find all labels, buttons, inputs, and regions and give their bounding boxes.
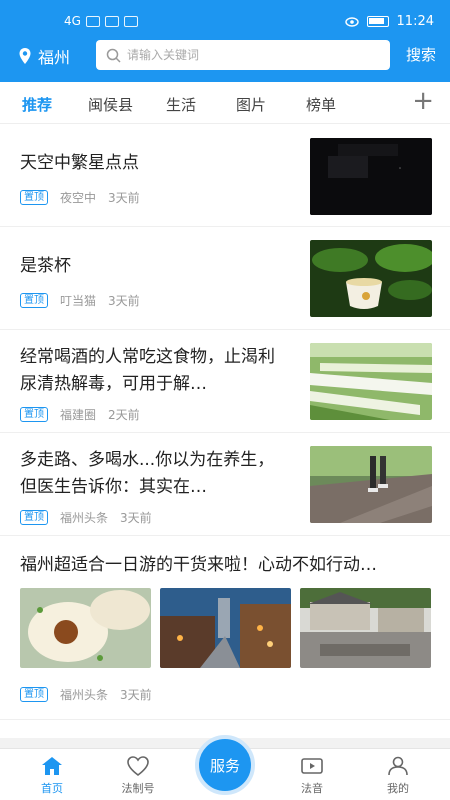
- article-time: 3天前: [108, 191, 140, 205]
- list-item[interactable]: 经常喝酒的人常吃这食物，止渴利尿清热解毒，可用于解… 置顶 福建圈 2天前: [0, 330, 450, 433]
- add-tab-icon[interactable]: +: [412, 88, 434, 114]
- article-source: 福州头条: [60, 511, 109, 525]
- nav-legal[interactable]: 法制号: [108, 755, 168, 796]
- service-button[interactable]: 服务: [195, 735, 255, 795]
- article-meta: 置顶 福州头条 3天前: [20, 509, 152, 526]
- location-label: 福州: [38, 48, 71, 67]
- news-feed: 天空中繁星点点 置顶 夜空中 3天前 是茶杯 置顶 叮当猫 3天前 经常喝酒的人…: [0, 124, 450, 720]
- tab-minhou[interactable]: 闽侯县: [88, 94, 133, 115]
- location-pin-icon: [19, 48, 31, 64]
- article-meta: 置顶 叮当猫 3天前: [20, 292, 140, 309]
- search-box[interactable]: [96, 40, 390, 70]
- pinned-badge: 置顶: [20, 190, 48, 205]
- status-icons-right: 11:24: [344, 14, 434, 29]
- tab-recommend[interactable]: 推荐: [22, 94, 52, 115]
- tab-life[interactable]: 生活: [166, 94, 196, 115]
- video-icon: [301, 758, 323, 774]
- category-tabs: 推荐 闽侯县 生活 图片 榜单 +: [0, 82, 450, 124]
- article-source: 福建圈: [60, 408, 97, 422]
- status-bar: 4G 11:24: [0, 0, 450, 40]
- search-button[interactable]: 搜索: [406, 44, 436, 65]
- search-icon: [106, 48, 121, 63]
- nav-label: 法音: [301, 782, 323, 795]
- network-type: 4G: [64, 14, 81, 28]
- bottom-navigation: 首页 法制号 服务 法音 我的: [0, 735, 450, 800]
- article-meta: 置顶 福州头条 3天前: [20, 686, 152, 703]
- nav-profile[interactable]: 我的: [368, 755, 428, 796]
- home-icon: [42, 757, 62, 775]
- article-title: 多走路、多喝水...你以为在养生，但医生告诉你：其实在…: [20, 450, 275, 497]
- status-icons-left: 4G: [64, 14, 138, 28]
- location-selector[interactable]: 福州: [18, 44, 70, 68]
- tea-cup-image: [310, 240, 432, 317]
- tab-pictures[interactable]: 图片: [236, 94, 266, 115]
- article-meta: 置顶 夜空中 3天前: [20, 189, 140, 206]
- eye-icon: [344, 16, 359, 27]
- article-time: 3天前: [120, 511, 152, 525]
- list-item[interactable]: 是茶杯 置顶 叮当猫 3天前: [0, 227, 450, 330]
- article-source: 夜空中: [60, 191, 97, 205]
- nav-label: 我的: [387, 782, 409, 795]
- nav-home[interactable]: 首页: [22, 755, 82, 796]
- village-image: [300, 588, 431, 668]
- street-image: [160, 588, 291, 668]
- wifi-icon: [104, 15, 119, 27]
- walking-image: [310, 446, 432, 523]
- tab-rankings[interactable]: 榜单: [306, 94, 336, 115]
- battery-icon: [366, 16, 389, 27]
- notification-icon: [123, 15, 138, 27]
- nav-label: 法制号: [121, 782, 155, 795]
- article-title: 经常喝酒的人常吃这食物，止渴利尿清热解毒，可用于解…: [20, 347, 275, 394]
- article-title: 天空中繁星点点: [20, 153, 139, 173]
- article-source: 福州头条: [60, 688, 109, 702]
- article-title: 福州超适合一日游的干货来啦！心动不如行动…: [20, 555, 377, 575]
- signal-icon: [85, 15, 100, 27]
- image-gallery: [20, 588, 431, 668]
- nav-audio[interactable]: 法音: [282, 755, 342, 796]
- list-item[interactable]: 天空中繁星点点 置顶 夜空中 3天前: [0, 124, 450, 227]
- top-bar: 福州 搜索: [0, 40, 450, 74]
- status-time: 11:24: [396, 14, 434, 29]
- article-time: 3天前: [108, 294, 140, 308]
- night-sky-image: [310, 138, 432, 215]
- article-time: 2天前: [108, 408, 140, 422]
- vegetables-image: [310, 343, 432, 420]
- pinned-badge: 置顶: [20, 407, 48, 422]
- list-item[interactable]: 福州超适合一日游的干货来啦！心动不如行动… 置顶 福州头条 3天前: [0, 536, 450, 720]
- list-item[interactable]: 多走路、多喝水...你以为在养生，但医生告诉你：其实在… 置顶 福州头条 3天前: [0, 433, 450, 536]
- pinned-badge: 置顶: [20, 687, 48, 702]
- article-source: 叮当猫: [60, 294, 97, 308]
- heart-icon: [127, 756, 149, 777]
- pinned-badge: 置顶: [20, 510, 48, 525]
- article-title: 是茶杯: [20, 256, 71, 276]
- article-meta: 置顶 福建圈 2天前: [20, 406, 140, 423]
- article-time: 3天前: [120, 688, 152, 702]
- dumplings-image: [20, 588, 151, 668]
- search-input[interactable]: [127, 48, 367, 62]
- nav-label: 首页: [41, 782, 63, 795]
- app-header: 4G 11:24 福州 搜索: [0, 0, 450, 82]
- user-icon: [388, 756, 408, 776]
- pinned-badge: 置顶: [20, 293, 48, 308]
